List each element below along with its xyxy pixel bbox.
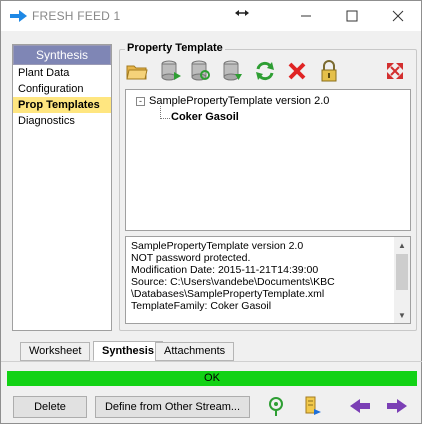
info-line: Modification Date: 2015-11-21T14:39:00 xyxy=(131,264,319,276)
maximize-button[interactable] xyxy=(329,1,375,31)
scroll-down-icon[interactable]: ▼ xyxy=(394,307,410,323)
refresh-icon[interactable] xyxy=(253,59,277,83)
info-line: \Databases\SamplePropertyTemplate.xml xyxy=(131,288,325,300)
define-from-other-stream-button[interactable]: Define from Other Stream... xyxy=(95,396,250,418)
nav-panel-header-label: Synthesis xyxy=(14,46,110,64)
nav-panel-header: Synthesis xyxy=(13,45,111,65)
template-info-text: SamplePropertyTemplate version 2.0 NOT p… xyxy=(131,240,396,312)
title-bar[interactable]: FRESH FEED 1 xyxy=(1,1,421,31)
stream-icon[interactable] xyxy=(300,394,324,418)
close-button[interactable] xyxy=(375,1,421,31)
previous-arrow-icon[interactable] xyxy=(348,394,372,418)
expand-collapse-icon[interactable] xyxy=(383,59,407,83)
nav-item-diagnostics[interactable]: Diagnostics xyxy=(13,113,111,129)
tab-attachments[interactable]: Attachments xyxy=(155,342,235,361)
database-search-icon[interactable] xyxy=(189,59,213,83)
scroll-thumb[interactable] xyxy=(396,254,408,290)
status-bar: OK xyxy=(7,371,417,386)
lock-icon[interactable] xyxy=(317,59,341,83)
info-line: NOT password protected. xyxy=(131,252,251,264)
tree-root-node[interactable]: - SamplePropertyTemplate version 2.0 xyxy=(136,95,329,107)
tree-child-node[interactable]: Coker Gasoil xyxy=(171,111,239,123)
database-export-icon[interactable] xyxy=(221,59,245,83)
database-import-icon[interactable] xyxy=(159,59,183,83)
info-scrollbar[interactable]: ▲ ▼ xyxy=(394,237,410,323)
synthesis-nav-panel: Synthesis Plant Data Configuration Prop … xyxy=(12,44,112,331)
arrow-app-icon xyxy=(10,10,28,22)
nav-item-configuration[interactable]: Configuration xyxy=(13,81,111,97)
scroll-up-icon[interactable]: ▲ xyxy=(394,237,410,253)
tab-synthesis[interactable]: Synthesis xyxy=(93,341,163,361)
info-line: Source: C:\Users\vandebe\Documents\KBC xyxy=(131,276,335,288)
template-tree[interactable]: - SamplePropertyTemplate version 2.0 Cok… xyxy=(125,89,411,231)
collapse-icon[interactable]: - xyxy=(136,96,145,106)
minimize-button[interactable] xyxy=(283,1,329,31)
window: FRESH FEED 1 Synthesis Plant Data Config… xyxy=(0,0,422,424)
window-title: FRESH FEED 1 xyxy=(32,9,121,23)
delete-button[interactable]: Delete xyxy=(13,396,87,418)
tree-connector xyxy=(160,118,170,119)
open-folder-icon[interactable] xyxy=(125,59,149,83)
recycle-icon[interactable] xyxy=(264,394,288,418)
tab-worksheet[interactable]: Worksheet xyxy=(20,342,91,361)
delete-icon[interactable] xyxy=(285,59,309,83)
nav-item-prop-templates[interactable]: Prop Templates xyxy=(13,97,111,113)
tab-divider xyxy=(1,361,422,362)
next-arrow-icon[interactable] xyxy=(385,394,409,418)
nav-item-plant-data[interactable]: Plant Data xyxy=(13,65,111,81)
tree-root-label: SamplePropertyTemplate version 2.0 xyxy=(149,95,330,107)
resize-horizontal-icon[interactable] xyxy=(234,5,250,21)
info-line: SamplePropertyTemplate version 2.0 xyxy=(131,240,304,252)
property-template-group-label: Property Template xyxy=(125,42,225,54)
info-line: TemplateFamily: Coker Gasoil xyxy=(131,300,272,312)
template-info-box[interactable]: SamplePropertyTemplate version 2.0 NOT p… xyxy=(125,236,411,324)
